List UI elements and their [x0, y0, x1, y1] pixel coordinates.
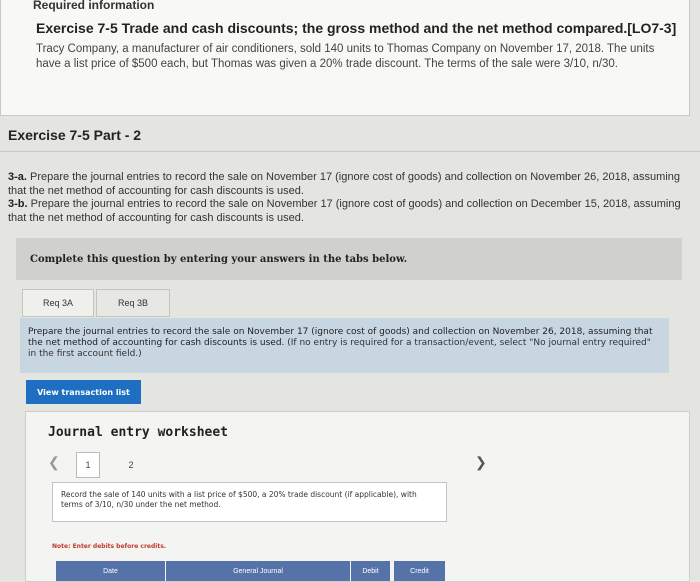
- record-instruction: Record the sale of 140 units with a list…: [52, 482, 447, 522]
- debits-note: Note: Enter debits before credits.: [52, 543, 167, 550]
- instruction-3a-label: 3-a.: [8, 171, 27, 183]
- part-title: Exercise 7-5 Part - 2: [8, 127, 142, 143]
- view-transaction-list-button[interactable]: View transaction list: [26, 380, 141, 404]
- chevron-left-icon[interactable]: ❮: [48, 454, 60, 471]
- prepare-instructions: Prepare the journal entries to record th…: [20, 318, 669, 373]
- page-1-button[interactable]: 1: [76, 452, 100, 478]
- column-header-date: Date: [56, 561, 166, 581]
- complete-question-bar: Complete this question by entering your …: [16, 238, 682, 280]
- exercise-description: Tracy Company, a manufacturer of air con…: [36, 43, 655, 70]
- worksheet-title: Journal entry worksheet: [48, 425, 229, 440]
- instruction-3b-label: 3-b.: [8, 198, 28, 210]
- page-2-button[interactable]: 2: [124, 452, 138, 478]
- exercise-title: Exercise 7-5 Trade and cash discounts; t…: [36, 20, 677, 36]
- column-header-debit: Debit: [351, 561, 391, 581]
- column-header-general-journal: General Journal: [166, 561, 351, 581]
- required-information-label: Required information: [33, 0, 155, 12]
- chevron-right-icon[interactable]: ❯: [475, 454, 487, 471]
- journal-entry-worksheet: Journal entry worksheet ❮ 1 2 ❯ Record t…: [25, 411, 690, 582]
- instructions: 3-a. Prepare the journal entries to reco…: [8, 171, 683, 225]
- divider: [0, 151, 700, 152]
- instruction-3b-text: Prepare the journal entries to record th…: [8, 198, 681, 224]
- instruction-3a: 3-a. Prepare the journal entries to reco…: [8, 171, 683, 198]
- tab-req-3b[interactable]: Req 3B: [96, 289, 170, 317]
- required-information-panel: Required information Exercise 7-5 Trade …: [0, 0, 690, 116]
- complete-question-text: Complete this question by entering your …: [30, 254, 408, 265]
- column-header-credit: Credit: [394, 561, 446, 581]
- instruction-3b: 3-b. Prepare the journal entries to reco…: [8, 198, 683, 225]
- instruction-3a-text: Prepare the journal entries to record th…: [8, 171, 681, 197]
- tab-req-3a[interactable]: Req 3A: [22, 289, 94, 317]
